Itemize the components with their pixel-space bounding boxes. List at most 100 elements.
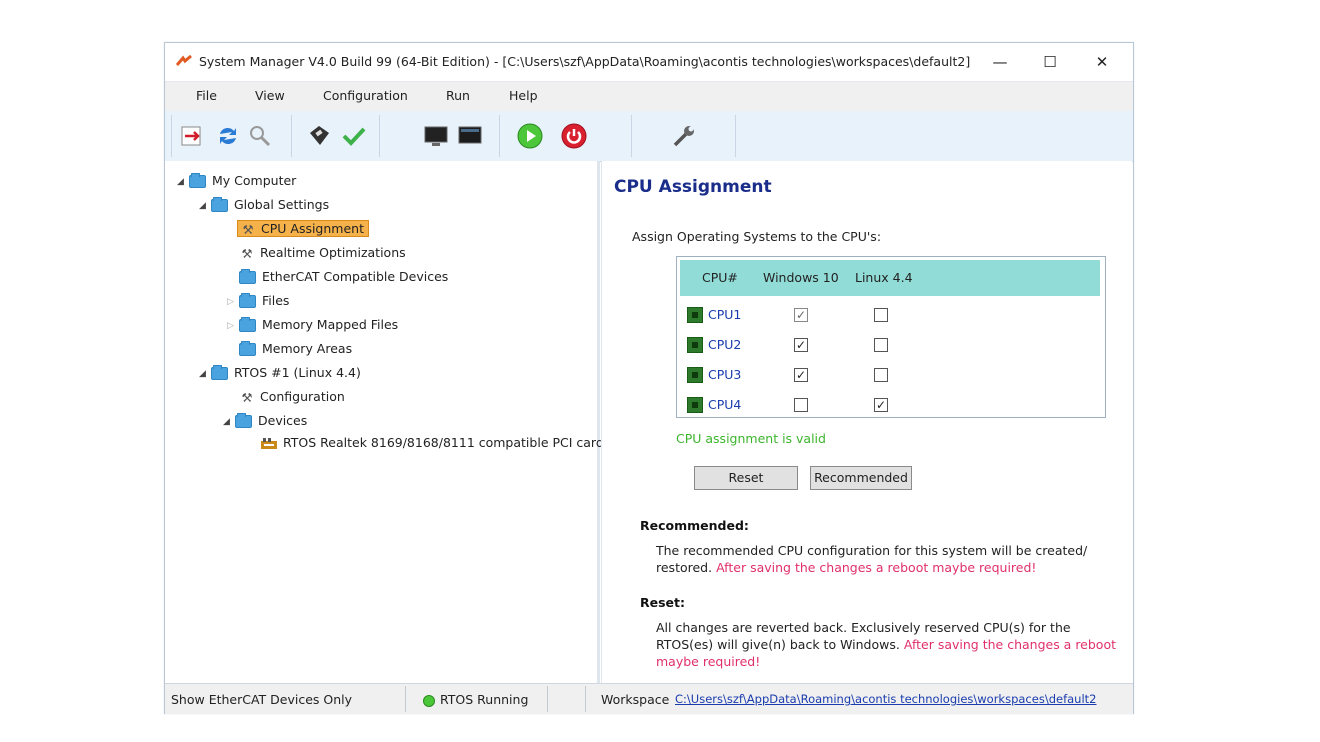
toolbar-separator <box>499 115 500 157</box>
folder-icon <box>211 197 228 212</box>
column-header-cpu: CPU# <box>702 270 738 285</box>
cpu-chip-icon <box>687 337 703 353</box>
toolbar-grip <box>171 115 172 157</box>
start-icon[interactable] <box>517 123 543 149</box>
search-icon[interactable] <box>247 123 273 149</box>
column-header-windows: Windows 10 <box>763 270 839 285</box>
recommended-description: The recommended CPU configuration for th… <box>656 542 1116 576</box>
close-button[interactable]: ✕ <box>1079 47 1125 77</box>
cpu-chip-icon <box>687 367 703 383</box>
tree-item-realtime-optimizations[interactable]: ⚒ Realtime Optimizations <box>239 242 406 264</box>
tree-label: Memory Areas <box>262 341 353 356</box>
save-icon[interactable] <box>307 123 333 149</box>
cpu-name: CPU2 <box>708 337 742 352</box>
tree-label: Configuration <box>260 389 345 404</box>
status-separator <box>585 686 586 712</box>
status-filter[interactable]: Show EtherCAT Devices Only <box>171 692 352 707</box>
tree-label: Memory Mapped Files <box>262 317 399 332</box>
tree-label: Files <box>262 293 290 308</box>
tree-label: Global Settings <box>234 197 330 212</box>
cpu-name: CPU3 <box>708 367 742 382</box>
maximize-button[interactable]: ☐ <box>1027 47 1073 77</box>
reset-button[interactable]: Reset <box>694 466 798 490</box>
tree-label: RTOS #1 (Linux 4.4) <box>234 365 361 380</box>
menu-configuration[interactable]: Configuration <box>323 88 408 103</box>
linux-checkbox[interactable] <box>874 368 888 382</box>
tree-item-global-settings[interactable]: ◢ Global Settings <box>199 194 329 216</box>
cpu-table: CPU# Windows 10 Linux 4.4 CPU1 ✓ CPU2 ✓ CPU3… <box>676 256 1106 418</box>
linux-checkbox[interactable]: ✓ <box>874 398 888 412</box>
toolbar-separator <box>735 115 736 157</box>
linux-checkbox[interactable] <box>874 338 888 352</box>
refresh-icon[interactable] <box>215 123 241 149</box>
menu-bar: File View Configuration Run Help <box>165 82 1133 111</box>
tree-item-memory-areas[interactable]: Memory Areas <box>239 338 352 360</box>
workspace-path-link[interactable]: C:\Users\szf\AppData\Roaming\acontis tec… <box>675 692 1096 706</box>
cpu-row: CPU1 ✓ <box>680 301 1100 329</box>
folder-icon <box>235 413 252 428</box>
collapse-icon[interactable]: ◢ <box>223 411 235 433</box>
menu-view[interactable]: View <box>255 88 285 103</box>
status-workspace-label: Workspace <box>601 692 670 707</box>
app-window: System Manager V4.0 Build 99 (64-Bit Edi… <box>164 42 1134 714</box>
console-icon[interactable] <box>457 123 483 149</box>
minimize-button[interactable]: — <box>977 47 1023 77</box>
tree-item-cpu-assignment[interactable]: ⚒ CPU Assignment <box>237 218 369 240</box>
status-separator <box>405 686 406 712</box>
window-title: System Manager V4.0 Build 99 (64-Bit Edi… <box>199 54 971 69</box>
tree-item-memory-mapped-files[interactable]: ▷ Memory Mapped Files <box>227 314 398 336</box>
collapse-icon[interactable]: ◢ <box>177 171 189 193</box>
tree-item-rtos[interactable]: ◢ RTOS #1 (Linux 4.4) <box>199 362 361 384</box>
tree-panel: ◢ My Computer ◢ Global Settings ⚒ CPU Assig… <box>165 161 604 683</box>
windows-checkbox[interactable]: ✓ <box>794 308 808 322</box>
tree-label: EtherCAT Compatible Devices <box>262 269 449 284</box>
cpu-chip-icon <box>687 307 703 323</box>
cpu-row: CPU3 ✓ <box>680 361 1100 389</box>
tree-item-my-computer[interactable]: ◢ My Computer <box>177 170 296 192</box>
cpu-row: CPU4 ✓ <box>680 391 1100 419</box>
expand-icon[interactable]: ▷ <box>227 315 239 337</box>
recommended-button[interactable]: Recommended <box>810 466 912 490</box>
tree-item-configuration[interactable]: ⚒ Configuration <box>239 386 345 408</box>
title-bar: System Manager V4.0 Build 99 (64-Bit Edi… <box>165 43 1133 82</box>
column-header-linux: Linux 4.4 <box>855 270 913 285</box>
wrench-icon[interactable] <box>671 123 697 149</box>
app-logo-icon <box>176 55 192 66</box>
tree-label: Devices <box>258 413 308 428</box>
collapse-icon[interactable]: ◢ <box>199 363 211 385</box>
folder-icon <box>239 293 256 308</box>
export-icon[interactable] <box>179 123 205 149</box>
status-separator <box>547 686 548 712</box>
linux-checkbox[interactable] <box>874 308 888 322</box>
recommended-heading: Recommended: <box>640 518 749 533</box>
folder-icon <box>189 173 206 188</box>
tree-label: CPU Assignment <box>261 221 364 236</box>
toolbar-separator <box>291 115 292 157</box>
tree-label: My Computer <box>212 173 297 188</box>
collapse-icon[interactable]: ◢ <box>199 195 211 217</box>
windows-checkbox[interactable] <box>794 398 808 412</box>
folder-icon <box>239 269 256 284</box>
menu-file[interactable]: File <box>196 88 217 103</box>
status-bar: Show EtherCAT Devices Only RTOS Running … <box>165 683 1133 714</box>
menu-run[interactable]: Run <box>446 88 470 103</box>
windows-checkbox[interactable]: ✓ <box>794 338 808 352</box>
tree-item-ethercat-devices[interactable]: EtherCAT Compatible Devices <box>239 266 448 288</box>
wrench-icon: ⚒ <box>241 389 253 405</box>
monitor-icon[interactable] <box>423 123 449 149</box>
toolbar <box>165 111 1133 162</box>
assign-label: Assign Operating Systems to the CPU's: <box>632 229 882 244</box>
status-rtos: RTOS Running <box>423 692 528 707</box>
tree-item-files[interactable]: ▷ Files <box>227 290 289 312</box>
tree-item-devices[interactable]: ◢ Devices <box>223 410 307 432</box>
stop-icon[interactable] <box>561 123 587 149</box>
tree-label: Realtime Optimizations <box>260 245 406 260</box>
windows-checkbox[interactable]: ✓ <box>794 368 808 382</box>
cpu-name: CPU1 <box>708 307 742 322</box>
menu-help[interactable]: Help <box>509 88 538 103</box>
expand-icon[interactable]: ▷ <box>227 291 239 313</box>
tree-item-pci-card[interactable]: RTOS Realtek 8169/8168/8111 compatible P… <box>261 432 604 454</box>
wrench-icon: ⚒ <box>241 245 253 261</box>
check-icon[interactable] <box>341 123 367 149</box>
reset-description: All changes are reverted back. Exclusive… <box>656 619 1116 670</box>
